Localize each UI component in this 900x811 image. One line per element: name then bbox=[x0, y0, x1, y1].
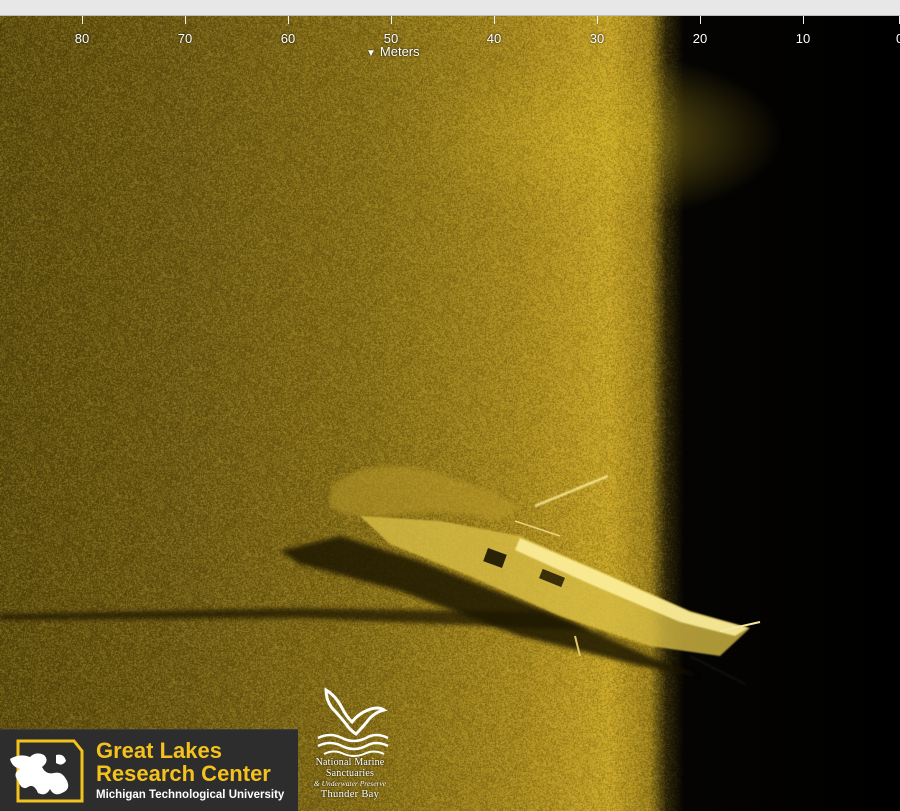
scale-tick-label: 30 bbox=[589, 31, 605, 46]
scale-tick bbox=[700, 16, 701, 24]
scale-tick bbox=[494, 16, 495, 24]
window-title-bar bbox=[0, 0, 900, 16]
nms-line2: Sanctuaries bbox=[325, 768, 375, 779]
debris-field bbox=[330, 466, 520, 521]
scale-tick-label: 0 bbox=[896, 31, 900, 46]
great-lakes-research-center-logo: Great Lakes Research Center Michigan Tec… bbox=[0, 729, 298, 811]
scale-tick-label: 10 bbox=[795, 31, 811, 46]
units-dropdown[interactable]: ▼ Meters bbox=[366, 44, 420, 59]
stern-shadow bbox=[689, 654, 746, 686]
national-marine-sanctuaries-logo: National Marine Sanctuaries & Underwater… bbox=[298, 686, 402, 811]
triangle-down-icon: ▼ bbox=[366, 48, 376, 59]
nms-text-block: National Marine Sanctuaries & Underwater… bbox=[298, 757, 402, 801]
glrc-title-line2: Research Center bbox=[96, 761, 271, 786]
nms-line4: Thunder Bay bbox=[320, 789, 380, 800]
mast bbox=[534, 474, 609, 508]
nms-line1: National Marine bbox=[315, 757, 385, 768]
scale-tick bbox=[597, 16, 598, 24]
range-scale-ruler: 80 70 60 50 40 30 20 10 0 ▼ Meters bbox=[0, 16, 900, 62]
scale-tick-label: 60 bbox=[280, 31, 296, 46]
shipwreck-sonar-return bbox=[0, 466, 761, 686]
scale-tick bbox=[391, 16, 392, 24]
units-label-text: Meters bbox=[379, 44, 420, 59]
scale-tick-label: 20 bbox=[692, 31, 708, 46]
scale-tick bbox=[185, 16, 186, 24]
scale-tick bbox=[803, 16, 804, 24]
whale-tail-icon bbox=[317, 687, 389, 757]
nms-line3: & Underwater Preserve bbox=[313, 779, 387, 788]
scale-tick-label: 40 bbox=[486, 31, 502, 46]
scale-tick bbox=[288, 16, 289, 24]
scale-tick-label: 70 bbox=[177, 31, 193, 46]
glrc-title: Great Lakes Research Center bbox=[96, 739, 271, 785]
mast-rigging bbox=[514, 520, 561, 537]
glrc-title-line1: Great Lakes bbox=[96, 738, 222, 763]
glrc-subtitle: Michigan Technological University bbox=[96, 789, 285, 801]
scale-tick-label: 80 bbox=[74, 31, 90, 46]
scale-tick bbox=[82, 16, 83, 24]
great-lakes-map-icon bbox=[10, 739, 84, 803]
sonar-image-view[interactable]: 80 70 60 50 40 30 20 10 0 ▼ Meters bbox=[0, 16, 900, 811]
